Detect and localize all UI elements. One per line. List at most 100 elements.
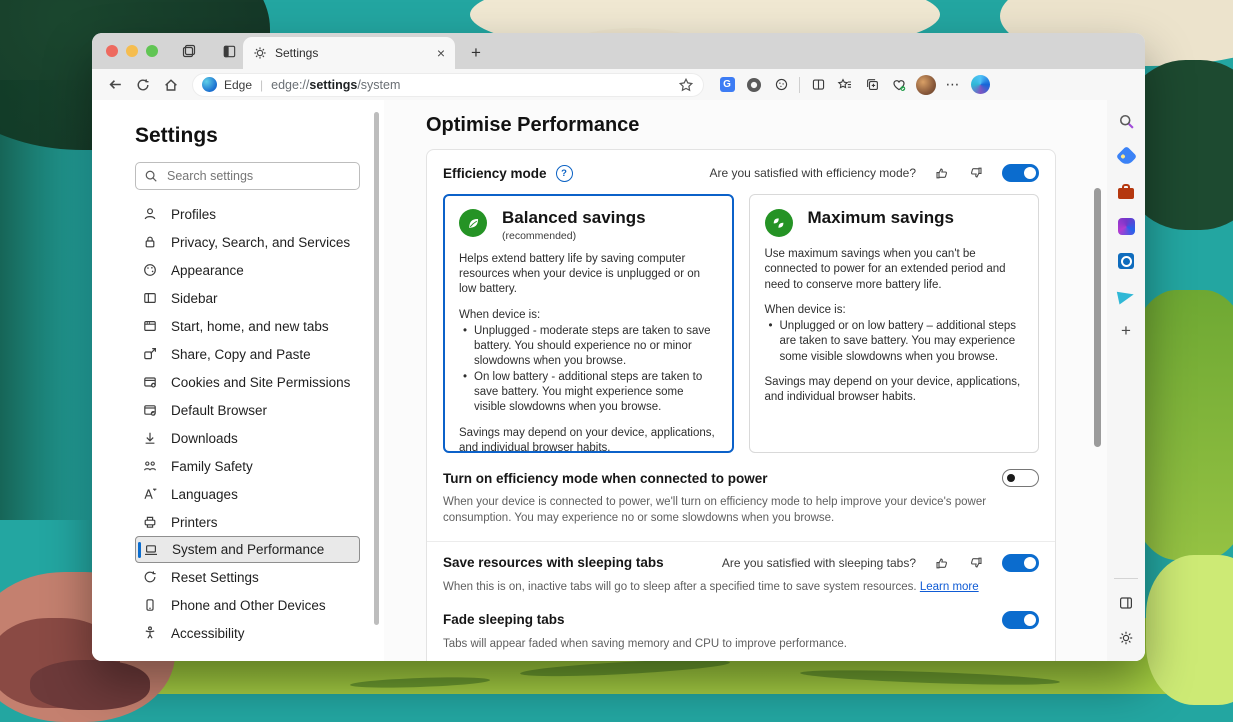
main-scrollbar[interactable]: [1094, 188, 1101, 447]
new-tab-button[interactable]: +: [464, 41, 488, 65]
maximum-savings-body: Use maximum savings when you can't be co…: [765, 247, 1024, 406]
sidebar-item-privacy[interactable]: Privacy, Search, and Services: [135, 228, 360, 256]
url-text[interactable]: edge://settings/system: [271, 78, 400, 92]
option-balanced-savings[interactable]: Balanced savings (recommended) Helps ext…: [443, 194, 734, 453]
sleeping-tabs-description: When this is on, inactive tabs will go t…: [443, 579, 1039, 595]
settings-sidebar: Settings Profiles Privacy, Search, and S…: [92, 100, 384, 661]
browser-window: Settings × + Edge | edge://settings/syst…: [92, 33, 1145, 661]
add-to-sidebar-icon[interactable]: +: [1115, 320, 1137, 342]
home-icon[interactable]: [158, 73, 184, 97]
maximum-savings-leaf-icon: [765, 209, 793, 237]
workspaces-icon[interactable]: [180, 42, 198, 60]
sidebar-item-downloads[interactable]: Downloads: [135, 424, 360, 452]
search-input[interactable]: [165, 168, 351, 184]
settings-gear-icon[interactable]: [1115, 627, 1137, 649]
collections-icon[interactable]: [859, 73, 885, 97]
sidebar-item-appearance[interactable]: Appearance: [135, 256, 360, 284]
sidebar-item-printers[interactable]: Printers: [135, 508, 360, 536]
minimize-window-button[interactable]: [126, 45, 138, 57]
split-screen-icon[interactable]: [805, 73, 831, 97]
balanced-savings-title: Balanced savings: [502, 209, 646, 228]
wallpaper-grass-highlight: [1146, 555, 1233, 705]
address-bar[interactable]: Edge | edge://settings/system: [192, 73, 704, 97]
sidebar-item-sidebar[interactable]: Sidebar: [135, 284, 360, 312]
sleeping-tabs-toggle[interactable]: [1002, 554, 1039, 572]
microsoft-365-icon[interactable]: [1115, 215, 1137, 237]
sidebar-panel-icon[interactable]: [1115, 592, 1137, 614]
default-browser-icon: [142, 402, 158, 418]
fade-sleeping-tabs-description: Tabs will appear faded when saving memor…: [443, 636, 998, 652]
efficiency-mode-title: Efficiency mode: [443, 166, 547, 181]
thumbs-down-icon[interactable]: [968, 555, 984, 571]
section-divider: [427, 541, 1055, 542]
page-title: Optimise Performance: [426, 114, 1056, 137]
reset-icon: [142, 569, 158, 585]
more-menu-icon[interactable]: ⋯: [940, 73, 966, 97]
learn-more-link[interactable]: Learn more: [920, 581, 979, 593]
browser-toolbar: Edge | edge://settings/system G: [92, 69, 1145, 100]
close-window-button[interactable]: [106, 45, 118, 57]
efficiency-on-power-toggle[interactable]: [1002, 469, 1039, 487]
settings-title: Settings: [135, 124, 384, 148]
fade-sleeping-tabs-title: Fade sleeping tabs: [443, 612, 565, 627]
edge-logo-icon: [202, 77, 217, 92]
fade-sleeping-tabs-row: Fade sleeping tabs: [443, 611, 1039, 629]
sidebar-item-start-home[interactable]: Start, home, and new tabs: [135, 312, 360, 340]
sidebar-item-cookies[interactable]: Cookies and Site Permissions: [135, 368, 360, 396]
shopping-icon[interactable]: [1115, 145, 1137, 167]
efficiency-mode-toggle[interactable]: [1002, 164, 1039, 182]
balanced-savings-leaf-icon: [459, 209, 487, 237]
sidebar-item-profiles[interactable]: Profiles: [135, 200, 360, 228]
translate-extension-icon[interactable]: G: [714, 73, 740, 97]
fade-sleeping-tabs-toggle[interactable]: [1002, 611, 1039, 629]
sidebar-item-accessibility[interactable]: Accessibility: [135, 619, 360, 647]
sidebar-panel-icon: [142, 290, 158, 306]
site-button-label[interactable]: Edge: [224, 78, 252, 92]
zoom-window-button[interactable]: [146, 45, 158, 57]
search-icon[interactable]: [1115, 110, 1137, 132]
favorite-star-icon[interactable]: [678, 77, 694, 93]
copilot-icon[interactable]: [967, 73, 993, 97]
sidebar-item-default-browser[interactable]: Default Browser: [135, 396, 360, 424]
favorites-icon[interactable]: [832, 73, 858, 97]
sidebar-scrollbar[interactable]: [374, 112, 379, 625]
system-performance-icon: [143, 542, 159, 558]
sleeping-tabs-row: Save resources with sleeping tabs Are yo…: [443, 554, 1039, 572]
extension-icon-2[interactable]: [768, 73, 794, 97]
thumbs-down-icon[interactable]: [968, 165, 984, 181]
efficiency-on-power-title: Turn on efficiency mode when connected t…: [443, 471, 768, 486]
settings-search[interactable]: [135, 162, 360, 190]
appearance-palette-icon: [142, 262, 158, 278]
settings-main: Optimise Performance Efficiency mode ? A…: [384, 100, 1107, 661]
sidebar-item-reset-settings[interactable]: Reset Settings: [135, 563, 360, 591]
outlook-icon[interactable]: [1115, 250, 1137, 272]
start-home-icon: [142, 318, 158, 334]
printers-icon: [142, 514, 158, 530]
sleeping-tabs-title: Save resources with sleeping tabs: [443, 555, 664, 570]
sidebar-item-family-safety[interactable]: Family Safety: [135, 452, 360, 480]
browser-tab-settings[interactable]: Settings ×: [243, 37, 455, 69]
option-maximum-savings[interactable]: Maximum savings Use maximum savings when…: [749, 194, 1040, 453]
tab-actions-icon[interactable]: [220, 42, 238, 60]
sidebar-item-system-performance[interactable]: System and Performance: [135, 536, 360, 563]
tab-gear-icon: [253, 46, 267, 60]
sidebar-item-share-copy[interactable]: Share, Copy and Paste: [135, 340, 360, 368]
sidebar-item-phone-devices[interactable]: Phone and Other Devices: [135, 591, 360, 619]
wallpaper-shade: [0, 80, 92, 520]
profile-avatar[interactable]: [913, 73, 939, 97]
tab-close-icon[interactable]: ×: [437, 45, 445, 61]
sidebar-item-languages[interactable]: Languages: [135, 480, 360, 508]
thumbs-up-icon[interactable]: [934, 165, 950, 181]
thumbs-up-icon[interactable]: [934, 555, 950, 571]
toolbox-icon[interactable]: [1115, 180, 1137, 202]
drop-icon[interactable]: [1115, 285, 1137, 307]
extension-icon-1[interactable]: [741, 73, 767, 97]
browser-essentials-icon[interactable]: [886, 73, 912, 97]
edge-sidebar-rail: +: [1107, 100, 1145, 661]
share-icon: [142, 346, 158, 362]
back-icon[interactable]: [102, 73, 128, 97]
efficiency-mode-row: Efficiency mode ? Are you satisfied with…: [443, 164, 1039, 182]
wallpaper-rock: [30, 660, 150, 710]
refresh-icon[interactable]: [130, 73, 156, 97]
help-icon[interactable]: ?: [556, 165, 573, 182]
